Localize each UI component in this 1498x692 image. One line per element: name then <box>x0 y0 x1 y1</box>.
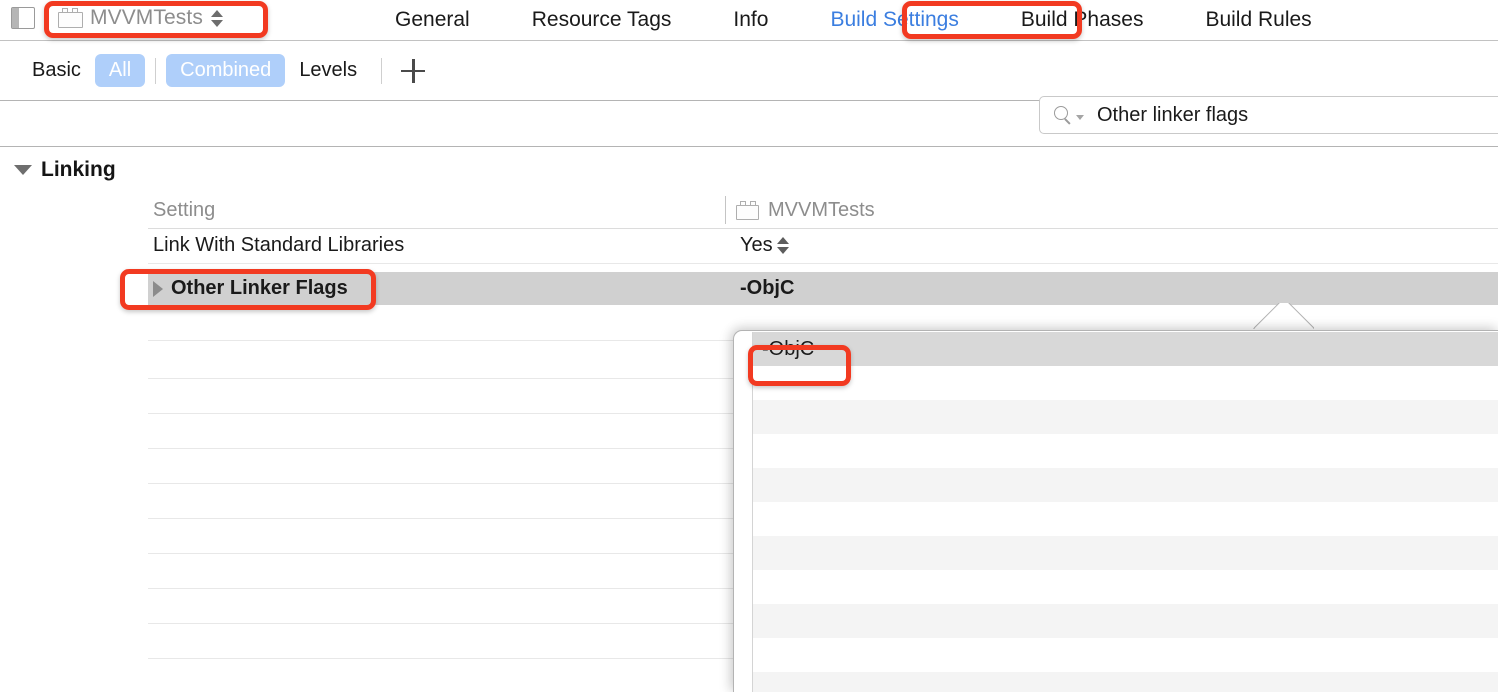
list-item[interactable] <box>753 468 1498 502</box>
list-item[interactable] <box>753 502 1498 536</box>
search-input-value: Other linker flags <box>1097 104 1248 127</box>
other-linker-flags-popover: -ObjC <box>733 330 1498 692</box>
test-target-icon <box>58 8 83 28</box>
setting-name-text: Other Linker Flags <box>171 277 348 300</box>
list-item[interactable] <box>753 434 1498 468</box>
plus-icon[interactable] <box>396 54 430 88</box>
setting-value-cell[interactable]: Yes <box>740 228 789 263</box>
setting-value-text: Yes <box>740 234 773 257</box>
list-item[interactable] <box>753 570 1498 604</box>
scope-basic[interactable]: Basic <box>18 54 95 87</box>
scope-combined[interactable]: Combined <box>166 54 285 87</box>
chevron-down-icon[interactable] <box>1076 115 1084 120</box>
table-header: Setting MVVMTests <box>148 193 1498 229</box>
section-title: Linking <box>41 158 116 182</box>
search-icon <box>1054 106 1073 125</box>
list-item[interactable] <box>753 536 1498 570</box>
scope-buttons: Basic All Combined Levels <box>18 41 430 100</box>
filter-bar: Basic All Combined Levels Other linker f… <box>0 41 1498 101</box>
xcode-build-settings-window: MVVMTests General Resource Tags Info Bui… <box>0 0 1498 692</box>
list-item[interactable] <box>753 400 1498 434</box>
tab-general[interactable]: General <box>395 8 470 32</box>
setting-name-cell: Link With Standard Libraries <box>153 228 404 263</box>
disclosure-triangle-open-icon[interactable] <box>14 165 32 175</box>
list-item[interactable] <box>753 604 1498 638</box>
tab-bar: MVVMTests General Resource Tags Info Bui… <box>0 0 1498 41</box>
sidebar-toggle-icon[interactable] <box>11 7 35 29</box>
list-item[interactable]: -ObjC <box>753 332 1498 366</box>
target-selector[interactable]: MVVMTests <box>53 3 229 33</box>
column-header-target-label: MVVMTests <box>768 199 875 222</box>
column-divider <box>725 196 726 224</box>
scope-divider-2 <box>381 58 382 84</box>
section-header-linking[interactable]: Linking <box>0 155 116 185</box>
content-divider <box>0 146 1498 147</box>
table-row[interactable]: Link With Standard Libraries Yes <box>148 228 1498 263</box>
column-header-setting[interactable]: Setting <box>153 193 215 228</box>
scope-divider-1 <box>155 58 156 84</box>
tab-info[interactable]: Info <box>733 8 768 32</box>
disclosure-triangle-closed-icon[interactable] <box>153 281 163 297</box>
editor-tabs: General Resource Tags Info Build Setting… <box>395 0 1374 40</box>
column-header-target[interactable]: MVVMTests <box>736 193 875 228</box>
row-separator <box>148 263 1498 264</box>
list-item[interactable] <box>753 672 1498 692</box>
flag-value: -ObjC <box>762 338 814 361</box>
sidebar-toggle-fill <box>12 8 19 28</box>
stepper-updown-icon[interactable] <box>777 236 789 255</box>
stepper-updown-icon[interactable] <box>211 9 223 28</box>
target-name-label: MVVMTests <box>90 6 203 30</box>
list-item[interactable] <box>753 638 1498 672</box>
tab-resource-tags[interactable]: Resource Tags <box>532 8 672 32</box>
tab-build-phases[interactable]: Build Phases <box>1021 8 1144 32</box>
scope-levels[interactable]: Levels <box>285 54 371 87</box>
flag-list: -ObjC <box>752 332 1498 692</box>
popover-arrow-icon <box>1252 303 1314 332</box>
setting-name-cell: Other Linker Flags <box>153 272 348 305</box>
list-item[interactable] <box>753 366 1498 400</box>
table-row[interactable]: Other Linker Flags -ObjC <box>148 272 1498 305</box>
tab-build-rules[interactable]: Build Rules <box>1205 8 1311 32</box>
setting-value-text: -ObjC <box>740 277 794 300</box>
scope-all[interactable]: All <box>95 54 145 87</box>
test-target-icon <box>736 201 759 220</box>
setting-value-cell[interactable]: -ObjC <box>740 272 794 305</box>
search-input[interactable]: Other linker flags <box>1039 96 1498 134</box>
tab-build-settings[interactable]: Build Settings <box>830 8 958 32</box>
